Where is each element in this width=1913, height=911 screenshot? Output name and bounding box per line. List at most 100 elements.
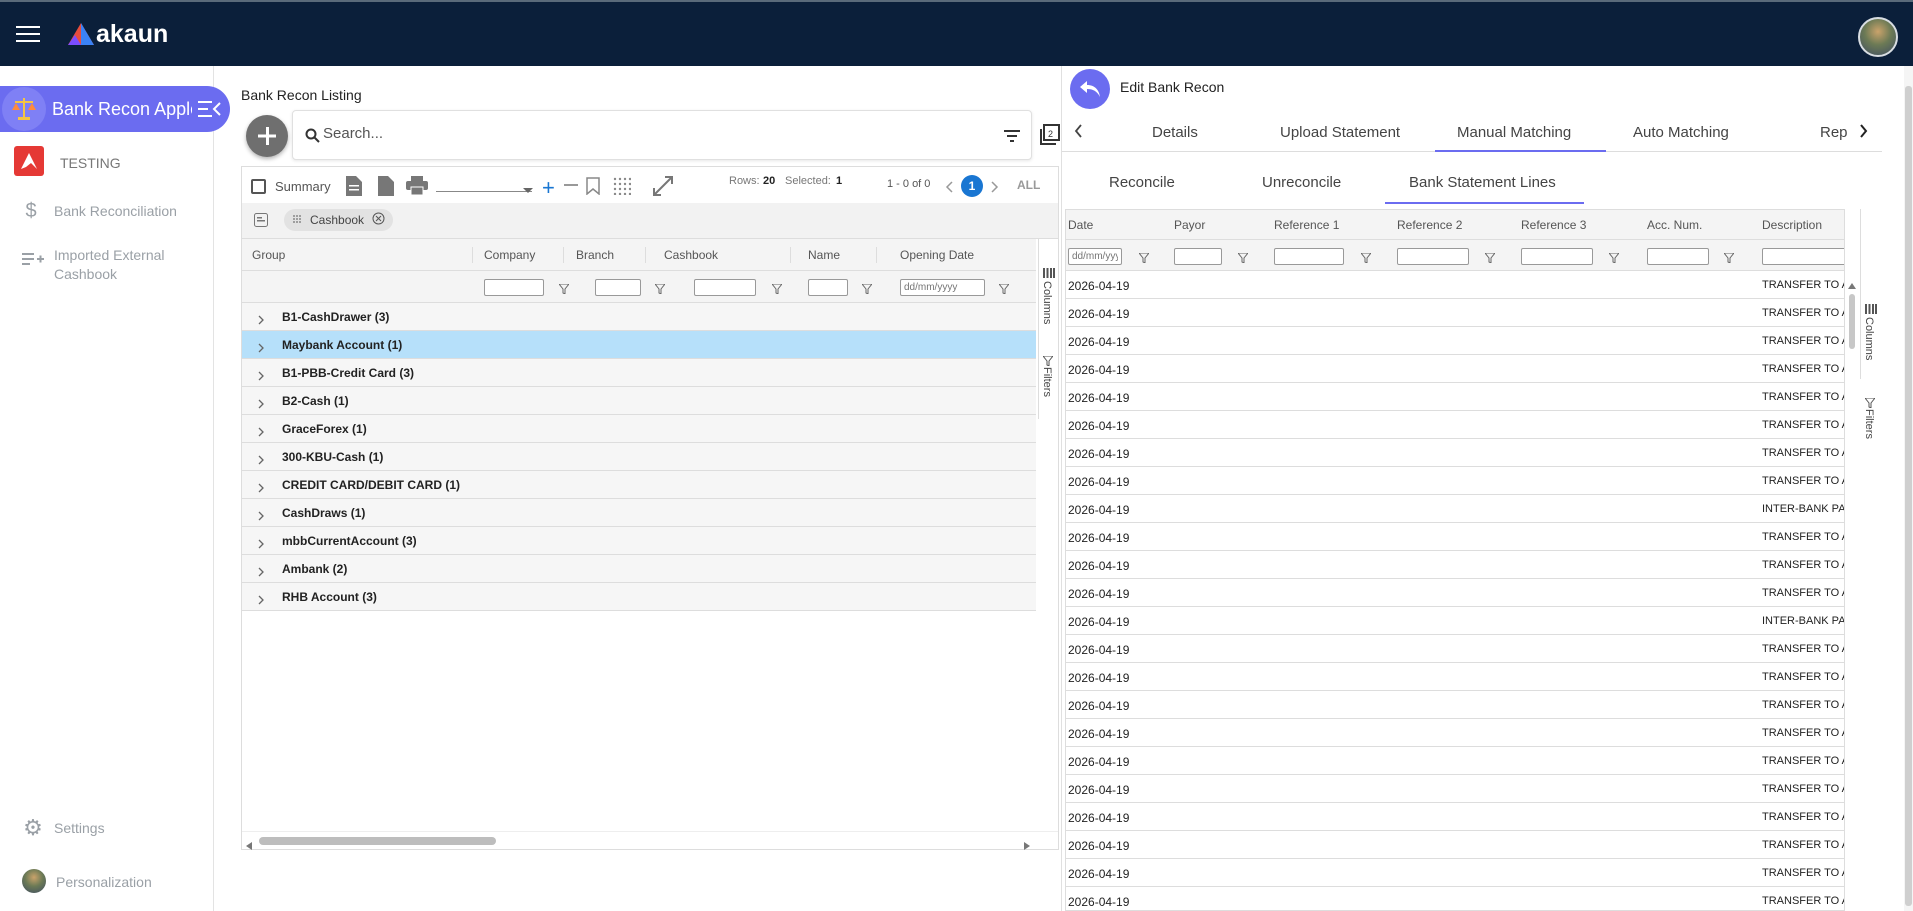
user-avatar[interactable] — [1858, 17, 1898, 57]
filter-icon[interactable] — [997, 281, 1011, 299]
chevron-right-icon[interactable] — [258, 312, 264, 330]
table-row[interactable]: 2026-04-19 TRANSFER TO A — [1066, 439, 1844, 467]
page-scrollbar[interactable] — [1904, 66, 1913, 911]
tabs-scroll-right-icon[interactable] — [1860, 124, 1868, 143]
table-row[interactable]: CashDraws (1) — [242, 499, 1036, 527]
vertical-scrollbar[interactable] — [1845, 274, 1859, 374]
sidebar-item-imported-external-cashbook[interactable]: Imported External Cashbook — [22, 244, 184, 284]
table-row[interactable]: 2026-04-19 INTER-BANK PA — [1066, 495, 1844, 523]
chevron-right-icon[interactable] — [258, 424, 264, 442]
table-row[interactable]: B1-CashDrawer (3) — [242, 303, 1036, 331]
table-row[interactable]: 2026-04-19 TRANSFER TO A — [1066, 355, 1844, 383]
name-filter-input[interactable] — [808, 279, 848, 296]
group-chip-cashbook[interactable]: Cashbook — [284, 209, 394, 231]
description-filter-input[interactable] — [1762, 248, 1844, 265]
chevron-right-icon[interactable] — [258, 480, 264, 498]
tab-manual-matching[interactable]: Manual Matching — [1457, 124, 1571, 141]
chevron-right-icon[interactable] — [258, 396, 264, 414]
chevron-right-icon[interactable] — [258, 536, 264, 554]
expand-plus-icon[interactable]: + — [542, 175, 555, 201]
column-header-group[interactable]: Group — [252, 248, 285, 262]
branch-filter-input[interactable] — [595, 279, 641, 296]
table-row[interactable]: 2026-04-19 TRANSFER TO A — [1066, 523, 1844, 551]
column-header-branch[interactable]: Branch — [576, 248, 614, 262]
add-button[interactable] — [246, 115, 288, 157]
table-row[interactable]: 2026-04-19 TRANSFER TO A — [1066, 691, 1844, 719]
table-row[interactable]: 2026-04-19 TRANSFER TO A — [1066, 271, 1844, 299]
cashbook-filter-input[interactable] — [694, 279, 756, 296]
table-row[interactable]: 2026-04-19 TRANSFER TO A — [1066, 383, 1844, 411]
date-filter-input[interactable] — [1068, 248, 1122, 265]
table-row[interactable]: B1-PBB-Credit Card (3) — [242, 359, 1036, 387]
fullscreen-icon[interactable] — [653, 176, 673, 201]
acc-num-filter-input[interactable] — [1647, 248, 1709, 265]
table-row[interactable]: 2026-04-19 TRANSFER TO A — [1066, 747, 1844, 775]
filter-icon[interactable] — [653, 281, 667, 299]
file-icon[interactable] — [378, 176, 394, 201]
column-header-reference-1[interactable]: Reference 1 — [1274, 218, 1339, 232]
table-row[interactable]: 2026-04-19 TRANSFER TO A — [1066, 411, 1844, 439]
table-row[interactable]: 2026-04-19 TRANSFER TO A — [1066, 579, 1844, 607]
sidebar-item-settings[interactable]: ⚙ Settings — [22, 813, 104, 843]
remove-chip-icon[interactable] — [372, 212, 385, 228]
filter-icon[interactable] — [557, 281, 571, 299]
chevron-right-icon[interactable] — [258, 368, 264, 386]
filter-icon[interactable] — [1137, 250, 1151, 268]
grid-dots-icon[interactable] — [613, 177, 632, 200]
page-number-button[interactable]: 1 — [961, 175, 983, 197]
table-row[interactable]: GraceForex (1) — [242, 415, 1036, 443]
table-row[interactable]: 2026-04-19 TRANSFER TO A — [1066, 299, 1844, 327]
column-header-cashbook[interactable]: Cashbook — [664, 248, 718, 262]
table-row[interactable]: RHB Account (3) — [242, 583, 1036, 611]
summary-checkbox[interactable] — [251, 179, 266, 194]
chevron-right-icon[interactable] — [258, 564, 264, 582]
all-pages-button[interactable]: ALL — [1017, 178, 1040, 192]
columns-side-tab[interactable]: Columns — [1863, 317, 1875, 360]
table-row[interactable]: 2026-04-19 TRANSFER TO A — [1066, 803, 1844, 831]
column-header-company[interactable]: Company — [484, 248, 535, 262]
horizontal-scrollbar[interactable] — [242, 831, 1058, 850]
table-row[interactable]: 2026-04-19 TRANSFER TO A — [1066, 551, 1844, 579]
tab-upload-statement[interactable]: Upload Statement — [1280, 124, 1400, 141]
chevron-left-icon[interactable] — [945, 180, 953, 198]
filter-icon[interactable] — [1722, 250, 1736, 268]
scroll-right-icon[interactable] — [1024, 837, 1030, 855]
filters-side-tab[interactable]: Filters — [1863, 409, 1875, 439]
column-header-acc-num[interactable]: Acc. Num. — [1647, 218, 1702, 232]
table-row[interactable]: 2026-04-19 TRANSFER TO A — [1066, 327, 1844, 355]
column-header-description[interactable]: Description — [1762, 218, 1822, 232]
tabs-scroll-left-icon[interactable] — [1074, 124, 1082, 143]
column-header-payor[interactable]: Payor — [1174, 218, 1205, 232]
chevron-right-icon[interactable] — [258, 340, 264, 358]
table-row[interactable]: 2026-04-19 TRANSFER TO A — [1066, 859, 1844, 887]
filter-icon[interactable] — [860, 281, 874, 299]
column-header-name[interactable]: Name — [808, 248, 840, 262]
filter-icon[interactable] — [770, 281, 784, 299]
table-row[interactable]: mbbCurrentAccount (3) — [242, 527, 1036, 555]
scroll-up-icon[interactable] — [1848, 276, 1856, 294]
drag-handle-icon[interactable] — [292, 213, 302, 227]
sidebar-item-testing[interactable]: TESTING — [14, 146, 121, 176]
filter-icon[interactable] — [1359, 250, 1373, 268]
scrollbar-thumb[interactable] — [1849, 294, 1855, 349]
columns-side-tab[interactable]: Columns — [1041, 281, 1053, 324]
print-icon[interactable] — [406, 176, 428, 201]
menu-icon[interactable] — [16, 26, 40, 44]
column-header-reference-3[interactable]: Reference 3 — [1521, 218, 1586, 232]
filters-side-tab[interactable]: Filters — [1041, 367, 1053, 397]
subtab-reconcile[interactable]: Reconcile — [1109, 174, 1175, 191]
reference-3-filter-input[interactable] — [1521, 248, 1593, 265]
table-row[interactable]: 2026-04-19 TRANSFER TO A — [1066, 887, 1844, 910]
table-row[interactable]: Ambank (2) — [242, 555, 1036, 583]
subtab-unreconcile[interactable]: Unreconcile — [1262, 174, 1341, 191]
table-row[interactable]: CREDIT CARD/DEBIT CARD (1) — [242, 471, 1036, 499]
chevron-right-icon[interactable] — [991, 180, 999, 198]
column-header-opening-date[interactable]: Opening Date — [900, 248, 974, 262]
subtab-bank-statement-lines[interactable]: Bank Statement Lines — [1409, 174, 1556, 191]
opening-date-filter-input[interactable] — [900, 279, 985, 296]
copy-icon[interactable]: 2 — [1038, 124, 1060, 151]
payor-filter-input[interactable] — [1174, 248, 1222, 265]
company-filter-input[interactable] — [484, 279, 544, 296]
column-header-reference-2[interactable]: Reference 2 — [1397, 218, 1462, 232]
table-row[interactable]: 300-KBU-Cash (1) — [242, 443, 1036, 471]
